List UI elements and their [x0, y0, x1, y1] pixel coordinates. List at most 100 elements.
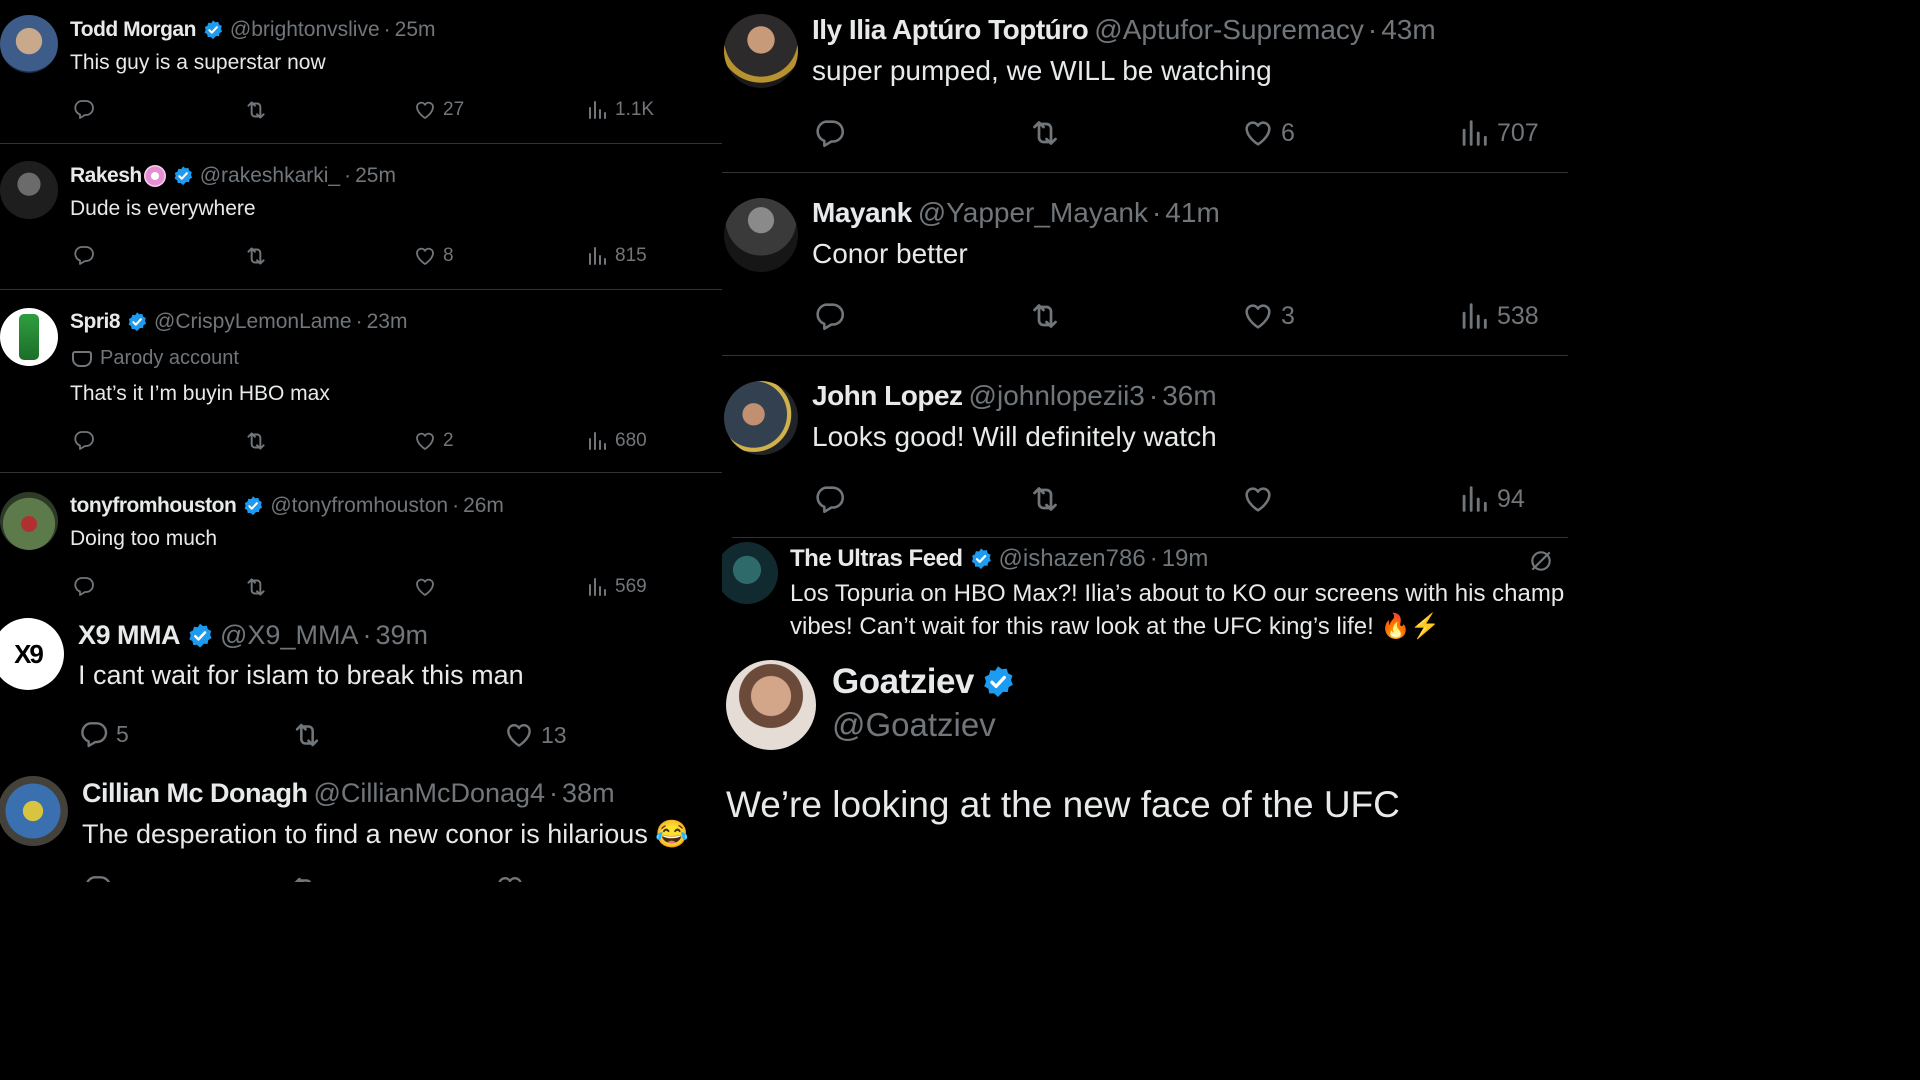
handle[interactable]: @X9_MMA — [220, 620, 358, 651]
handle[interactable]: @CillianMcDonag4 — [314, 778, 546, 809]
timestamp[interactable]: 25m — [395, 18, 436, 42]
timestamp[interactable]: 19m — [1162, 545, 1209, 573]
timestamp[interactable]: 23m — [367, 310, 408, 334]
tweet-card[interactable]: John Lopez @johnlopezii3 · 36m Looks goo… — [722, 357, 1568, 538]
like-button[interactable] — [1241, 482, 1281, 516]
display-name[interactable]: Ily Ilia Aptúro Toptúro — [812, 14, 1089, 46]
handle[interactable]: @ishazen786 — [999, 545, 1146, 573]
retweet-icon — [290, 718, 324, 752]
retweet-button[interactable] — [288, 872, 322, 882]
retweet-button[interactable] — [290, 718, 324, 752]
display-name[interactable]: X9 MMA — [78, 620, 181, 651]
timestamp[interactable]: 25m — [355, 164, 396, 188]
like-button[interactable]: 2 — [413, 429, 454, 453]
retweet-button[interactable] — [243, 97, 269, 123]
divider — [0, 289, 722, 290]
like-button[interactable]: 13 — [503, 719, 567, 751]
like-button[interactable]: 8 — [413, 244, 454, 268]
tweet-card[interactable]: Rakesh @rakeshkarki_ · 25m Dude is every… — [0, 145, 722, 291]
like-button[interactable] — [494, 872, 526, 882]
views-button[interactable]: 538 — [1457, 299, 1539, 333]
timestamp[interactable]: 39m — [375, 620, 428, 651]
display-name[interactable]: Goatziev — [832, 662, 974, 702]
reply-button[interactable] — [72, 574, 96, 598]
avatar[interactable] — [0, 161, 58, 219]
views-icon — [585, 244, 609, 268]
reply-button[interactable] — [72, 97, 96, 121]
views-button[interactable]: 94 — [1457, 482, 1525, 516]
retweet-button[interactable] — [1027, 298, 1063, 334]
reply-button[interactable] — [813, 482, 847, 516]
display-name[interactable]: Cillian Mc Donagh — [82, 778, 308, 809]
slash-circle-icon[interactable] — [1528, 548, 1554, 574]
reply-button[interactable] — [82, 872, 114, 882]
avatar[interactable] — [726, 660, 816, 750]
retweet-button[interactable] — [1027, 115, 1063, 151]
avatar[interactable] — [0, 308, 58, 366]
avatar[interactable] — [724, 381, 798, 455]
retweet-icon — [243, 243, 269, 269]
like-button[interactable]: 3 — [1241, 299, 1295, 333]
handle[interactable]: @johnlopezii3 — [969, 380, 1145, 412]
handle[interactable]: @rakeshkarki_ — [200, 164, 340, 188]
tweet-card[interactable]: The Ultras Feed @ishazen786 · 19m Los To… — [722, 538, 1568, 658]
view-count: 680 — [615, 430, 647, 451]
tweet-card[interactable]: tonyfromhouston @tonyfromhouston · 26m D… — [0, 474, 722, 614]
display-name[interactable]: John Lopez — [812, 380, 963, 412]
tweet-card[interactable]: Spri8 @CrispyLemonLame · 23m Parody acco… — [0, 291, 722, 474]
timestamp[interactable]: 26m — [463, 494, 504, 518]
handle[interactable]: @Aptufor-Supremacy — [1094, 14, 1364, 46]
retweet-button[interactable] — [243, 243, 269, 269]
display-name[interactable]: tonyfromhouston — [70, 494, 237, 518]
avatar[interactable] — [0, 492, 58, 550]
views-button[interactable]: 569 — [585, 575, 647, 599]
like-button[interactable] — [413, 575, 443, 599]
heart-icon — [413, 575, 437, 599]
verified-badge-icon — [242, 495, 264, 517]
retweet-icon — [243, 428, 269, 454]
views-button[interactable]: 1.1K — [585, 98, 654, 122]
handle[interactable]: @CrispyLemonLame — [154, 310, 352, 334]
handle[interactable]: @tonyfromhouston — [270, 494, 448, 518]
tweet-card[interactable]: Todd Morgan @brightonvslive · 25m This g… — [0, 0, 722, 144]
tweet-card[interactable]: Ily Ilia Aptúro Toptúro @Aptufor-Suprema… — [722, 0, 1568, 174]
display-name[interactable]: The Ultras Feed — [790, 545, 963, 573]
avatar[interactable] — [724, 14, 798, 88]
handle[interactable]: @Goatziev — [832, 706, 996, 744]
views-button[interactable]: 707 — [1457, 116, 1539, 150]
views-button[interactable]: 815 — [585, 244, 647, 268]
reply-button[interactable] — [72, 428, 96, 452]
avatar[interactable] — [722, 542, 778, 604]
reply-button[interactable]: 5 — [78, 718, 129, 750]
tweet-card[interactable]: Mayank @Yapper_Mayank · 41m Conor better… — [722, 174, 1568, 357]
avatar[interactable]: X9 — [0, 618, 64, 690]
tweet-card[interactable]: X9 X9 MMA @X9_MMA · 39m I cant wait for … — [0, 614, 722, 764]
handle[interactable]: @brightonvslive — [230, 18, 380, 42]
avatar[interactable] — [724, 198, 798, 272]
retweet-button[interactable] — [243, 428, 269, 454]
handle[interactable]: @Yapper_Mayank — [918, 197, 1148, 229]
timestamp[interactable]: 43m — [1381, 14, 1435, 46]
avatar[interactable] — [0, 15, 58, 73]
timestamp[interactable]: 41m — [1165, 197, 1219, 229]
reply-button[interactable] — [72, 243, 96, 267]
quoted-tweet[interactable]: Goatziev @Goatziev We’re looking at the … — [722, 658, 1568, 882]
display-name[interactable]: Spri8 — [70, 310, 121, 334]
display-name[interactable]: Rakesh — [70, 164, 142, 188]
tweet-card[interactable]: Cillian Mc Donagh @CillianMcDonag4 · 38m… — [0, 764, 722, 882]
like-button[interactable]: 6 — [1241, 116, 1295, 150]
display-name[interactable]: Mayank — [812, 197, 912, 229]
reply-icon — [78, 718, 110, 750]
divider — [722, 355, 1568, 356]
retweet-button[interactable] — [1027, 481, 1063, 517]
avatar[interactable] — [0, 776, 68, 846]
retweet-button[interactable] — [243, 574, 269, 600]
display-name[interactable]: Todd Morgan — [70, 18, 196, 42]
reply-button[interactable] — [813, 116, 847, 150]
timestamp[interactable]: 36m — [1162, 380, 1216, 412]
timestamp[interactable]: 38m — [562, 778, 615, 809]
like-count: 8 — [443, 245, 454, 266]
reply-button[interactable] — [813, 299, 847, 333]
like-button[interactable]: 27 — [413, 98, 464, 122]
views-button[interactable]: 680 — [585, 429, 647, 453]
